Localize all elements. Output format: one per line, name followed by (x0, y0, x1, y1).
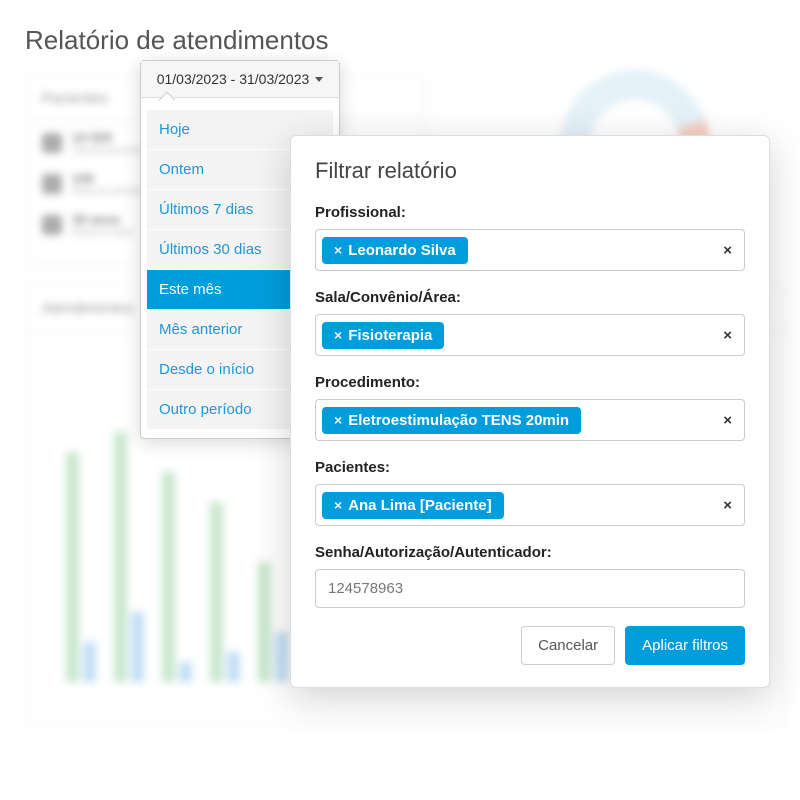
remove-tag-icon[interactable]: × (334, 327, 342, 343)
clear-field-icon[interactable]: × (717, 412, 738, 429)
professional-input[interactable]: × Leonardo Silva × (315, 229, 745, 271)
clear-field-icon[interactable]: × (717, 497, 738, 514)
clear-field-icon[interactable]: × (717, 242, 738, 259)
date-range-toggle[interactable]: 01/03/2023 - 31/03/2023 (141, 61, 339, 98)
professional-tag: × Leonardo Silva (322, 237, 468, 264)
patients-input[interactable]: × Ana Lima [Paciente] × (315, 484, 745, 526)
remove-tag-icon[interactable]: × (334, 242, 342, 258)
patients-tag-label: Ana Lima [Paciente] (348, 497, 491, 514)
filter-modal-title: Filtrar relatório (315, 158, 745, 184)
patients-label: Pacientes: (315, 459, 745, 476)
apply-filters-button[interactable]: Aplicar filtros (625, 626, 745, 665)
professional-label: Profissional: (315, 204, 745, 221)
procedure-tag: × Eletroestimulação TENS 20min (322, 407, 581, 434)
remove-tag-icon[interactable]: × (334, 412, 342, 428)
clear-field-icon[interactable]: × (717, 327, 738, 344)
filter-modal: Filtrar relatório Profissional: × Leonar… (290, 135, 770, 688)
patients-tag: × Ana Lima [Paciente] (322, 492, 504, 519)
room-label: Sala/Convênio/Área: (315, 289, 745, 306)
procedure-input[interactable]: × Eletroestimulação TENS 20min × (315, 399, 745, 441)
procedure-label: Procedimento: (315, 374, 745, 391)
auth-label: Senha/Autorização/Autenticador: (315, 544, 745, 561)
date-range-value: 01/03/2023 - 31/03/2023 (157, 71, 310, 87)
procedure-tag-label: Eletroestimulação TENS 20min (348, 412, 569, 429)
room-tag: × Fisioterapia (322, 322, 444, 349)
chevron-down-icon (315, 77, 323, 82)
room-tag-label: Fisioterapia (348, 327, 432, 344)
page-title: Relatório de atendimentos (25, 25, 775, 56)
cancel-button[interactable]: Cancelar (521, 626, 615, 665)
auth-input[interactable] (315, 569, 745, 608)
room-input[interactable]: × Fisioterapia × (315, 314, 745, 356)
remove-tag-icon[interactable]: × (334, 497, 342, 513)
professional-tag-label: Leonardo Silva (348, 242, 456, 259)
